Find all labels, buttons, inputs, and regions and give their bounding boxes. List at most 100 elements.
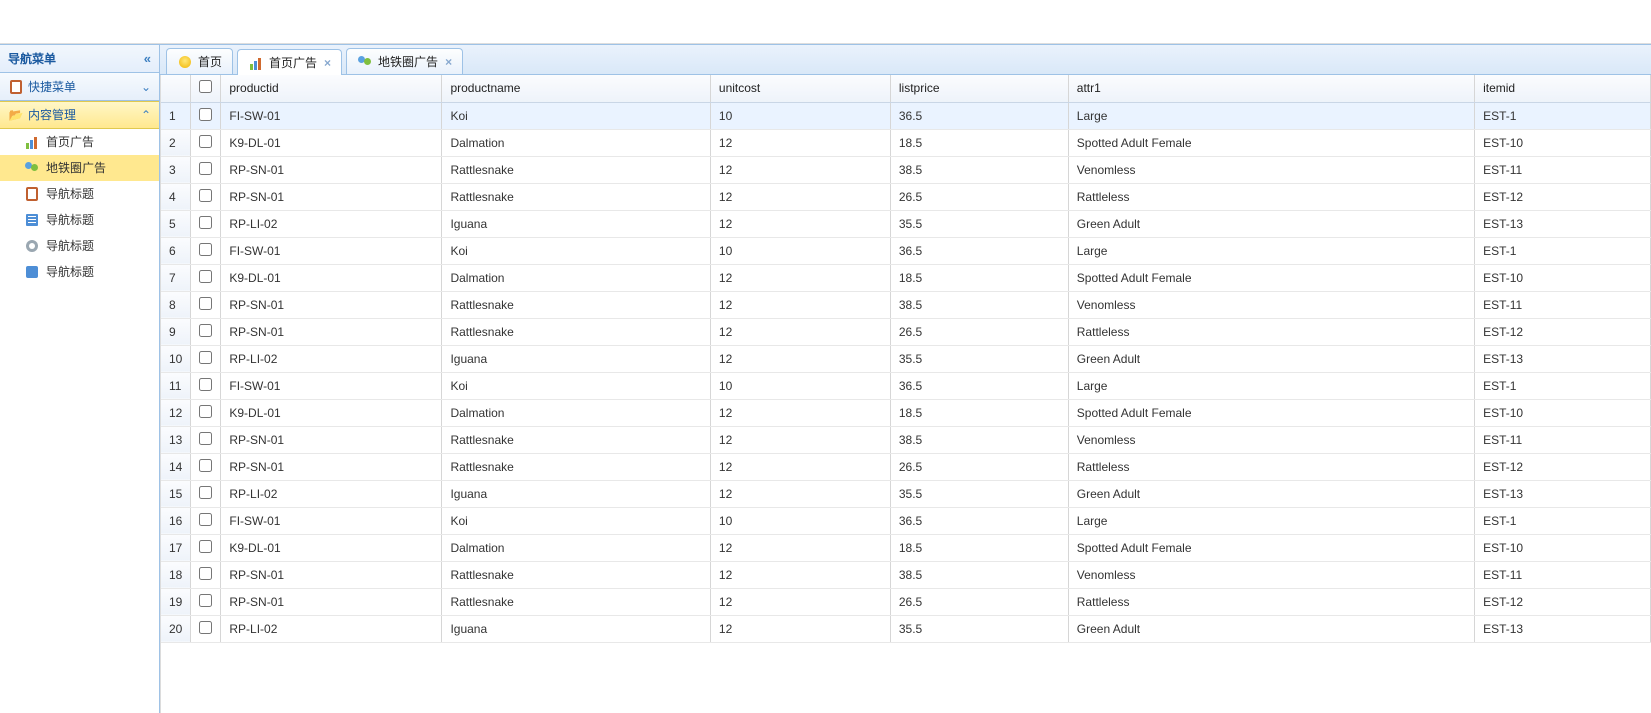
folder-icon: 📂 <box>8 107 24 123</box>
tab-1[interactable]: 首页广告× <box>237 49 342 75</box>
cell-itemid: EST-11 <box>1475 156 1651 183</box>
cell-itemid: EST-13 <box>1475 480 1651 507</box>
table-row[interactable]: 4RP-SN-01Rattlesnake1226.5RattlelessEST-… <box>161 183 1651 210</box>
table-row[interactable]: 9RP-SN-01Rattlesnake1226.5RattlelessEST-… <box>161 318 1651 345</box>
cell-productname: Iguana <box>442 615 710 642</box>
row-checkbox[interactable] <box>199 135 212 148</box>
accordion-content-manage[interactable]: 📂 内容管理 ⌃ <box>0 101 159 129</box>
table-row[interactable]: 12K9-DL-01Dalmation1218.5Spotted Adult F… <box>161 399 1651 426</box>
row-checkbox[interactable] <box>199 162 212 175</box>
row-checkbox[interactable] <box>199 243 212 256</box>
cell-productname: Rattlesnake <box>442 156 710 183</box>
row-checkbox[interactable] <box>199 108 212 121</box>
table-row[interactable]: 19RP-SN-01Rattlesnake1226.5RattlelessEST… <box>161 588 1651 615</box>
table-row[interactable]: 20RP-LI-02Iguana1235.5Green AdultEST-13 <box>161 615 1651 642</box>
table-row[interactable]: 2K9-DL-01Dalmation1218.5Spotted Adult Fe… <box>161 129 1651 156</box>
cell-unitcost: 10 <box>710 507 890 534</box>
row-checkbox-cell[interactable] <box>191 453 221 480</box>
table-row[interactable]: 6FI-SW-01Koi1036.5LargeEST-1 <box>161 237 1651 264</box>
sidebar-item-3[interactable]: 导航标题 <box>0 207 159 233</box>
col-header-unitcost[interactable]: unitcost <box>710 75 890 102</box>
row-checkbox-cell[interactable] <box>191 507 221 534</box>
sidebar-item-label: 导航标题 <box>46 181 94 207</box>
row-checkbox-cell[interactable] <box>191 426 221 453</box>
table-row[interactable]: 1FI-SW-01Koi1036.5LargeEST-1 <box>161 102 1651 129</box>
col-header-productid[interactable]: productid <box>221 75 442 102</box>
cell-attr1: Rattleless <box>1068 183 1474 210</box>
sidebar-item-0[interactable]: 首页广告 <box>0 129 159 155</box>
row-checkbox[interactable] <box>199 216 212 229</box>
table-row[interactable]: 11FI-SW-01Koi1036.5LargeEST-1 <box>161 372 1651 399</box>
table-row[interactable]: 17K9-DL-01Dalmation1218.5Spotted Adult F… <box>161 534 1651 561</box>
table-row[interactable]: 13RP-SN-01Rattlesnake1238.5VenomlessEST-… <box>161 426 1651 453</box>
row-checkbox-cell[interactable] <box>191 615 221 642</box>
row-checkbox-cell[interactable] <box>191 399 221 426</box>
col-header-itemid[interactable]: itemid <box>1475 75 1651 102</box>
main-pane: 首页首页广告×地铁圈广告× productidproductnameunitco… <box>160 44 1651 713</box>
sidebar-item-4[interactable]: 导航标题 <box>0 233 159 259</box>
cell-unitcost: 12 <box>710 561 890 588</box>
sidebar-item-5[interactable]: 导航标题 <box>0 259 159 285</box>
sidebar-item-1[interactable]: 地铁圈广告 <box>0 155 159 181</box>
cell-productname: Dalmation <box>442 264 710 291</box>
row-checkbox[interactable] <box>199 486 212 499</box>
row-checkbox[interactable] <box>199 270 212 283</box>
cell-attr1: Green Adult <box>1068 345 1474 372</box>
close-icon[interactable]: × <box>324 56 331 70</box>
row-checkbox-cell[interactable] <box>191 129 221 156</box>
sidebar-item-2[interactable]: 导航标题 <box>0 181 159 207</box>
table-row[interactable]: 10RP-LI-02Iguana1235.5Green AdultEST-13 <box>161 345 1651 372</box>
row-checkbox-cell[interactable] <box>191 372 221 399</box>
row-checkbox[interactable] <box>199 378 212 391</box>
row-checkbox-cell[interactable] <box>191 345 221 372</box>
row-checkbox[interactable] <box>199 432 212 445</box>
tab-2[interactable]: 地铁圈广告× <box>346 48 463 74</box>
table-row[interactable]: 7K9-DL-01Dalmation1218.5Spotted Adult Fe… <box>161 264 1651 291</box>
row-checkbox[interactable] <box>199 621 212 634</box>
row-checkbox[interactable] <box>199 513 212 526</box>
row-checkbox-cell[interactable] <box>191 588 221 615</box>
cell-unitcost: 12 <box>710 534 890 561</box>
table-row[interactable]: 18RP-SN-01Rattlesnake1238.5VenomlessEST-… <box>161 561 1651 588</box>
row-checkbox-cell[interactable] <box>191 156 221 183</box>
table-row[interactable]: 5RP-LI-02Iguana1235.5Green AdultEST-13 <box>161 210 1651 237</box>
row-checkbox[interactable] <box>199 405 212 418</box>
row-checkbox-cell[interactable] <box>191 264 221 291</box>
row-checkbox[interactable] <box>199 189 212 202</box>
row-checkbox-cell[interactable] <box>191 291 221 318</box>
col-header-productname[interactable]: productname <box>442 75 710 102</box>
row-checkbox-cell[interactable] <box>191 102 221 129</box>
cell-unitcost: 12 <box>710 588 890 615</box>
row-checkbox[interactable] <box>199 567 212 580</box>
col-checkbox-header[interactable] <box>191 75 221 102</box>
col-header-listprice[interactable]: listprice <box>890 75 1068 102</box>
tab-0[interactable]: 首页 <box>166 48 233 74</box>
table-row[interactable]: 14RP-SN-01Rattlesnake1226.5RattlelessEST… <box>161 453 1651 480</box>
row-checkbox[interactable] <box>199 297 212 310</box>
row-checkbox[interactable] <box>199 540 212 553</box>
row-checkbox-cell[interactable] <box>191 318 221 345</box>
table-row[interactable]: 16FI-SW-01Koi1036.5LargeEST-1 <box>161 507 1651 534</box>
col-header-attr1[interactable]: attr1 <box>1068 75 1474 102</box>
row-checkbox-cell[interactable] <box>191 183 221 210</box>
select-all-checkbox[interactable] <box>199 80 212 93</box>
table-row[interactable]: 3RP-SN-01Rattlesnake1238.5VenomlessEST-1… <box>161 156 1651 183</box>
table-row[interactable]: 8RP-SN-01Rattlesnake1238.5VenomlessEST-1… <box>161 291 1651 318</box>
row-checkbox-cell[interactable] <box>191 561 221 588</box>
collapse-left-icon[interactable]: « <box>144 45 151 73</box>
cell-itemid: EST-13 <box>1475 210 1651 237</box>
table-row[interactable]: 15RP-LI-02Iguana1235.5Green AdultEST-13 <box>161 480 1651 507</box>
row-checkbox-cell[interactable] <box>191 237 221 264</box>
close-icon[interactable]: × <box>445 55 452 69</box>
cell-attr1: Rattleless <box>1068 318 1474 345</box>
grid-scroll[interactable]: productidproductnameunitcostlistpriceatt… <box>160 75 1651 713</box>
row-checkbox[interactable] <box>199 324 212 337</box>
row-checkbox-cell[interactable] <box>191 534 221 561</box>
row-checkbox[interactable] <box>199 351 212 364</box>
sidebar-item-label: 地铁圈广告 <box>46 155 106 181</box>
row-checkbox[interactable] <box>199 459 212 472</box>
row-checkbox[interactable] <box>199 594 212 607</box>
accordion-quick-menu[interactable]: 快捷菜单 ⌄ <box>0 73 159 101</box>
row-checkbox-cell[interactable] <box>191 210 221 237</box>
row-checkbox-cell[interactable] <box>191 480 221 507</box>
